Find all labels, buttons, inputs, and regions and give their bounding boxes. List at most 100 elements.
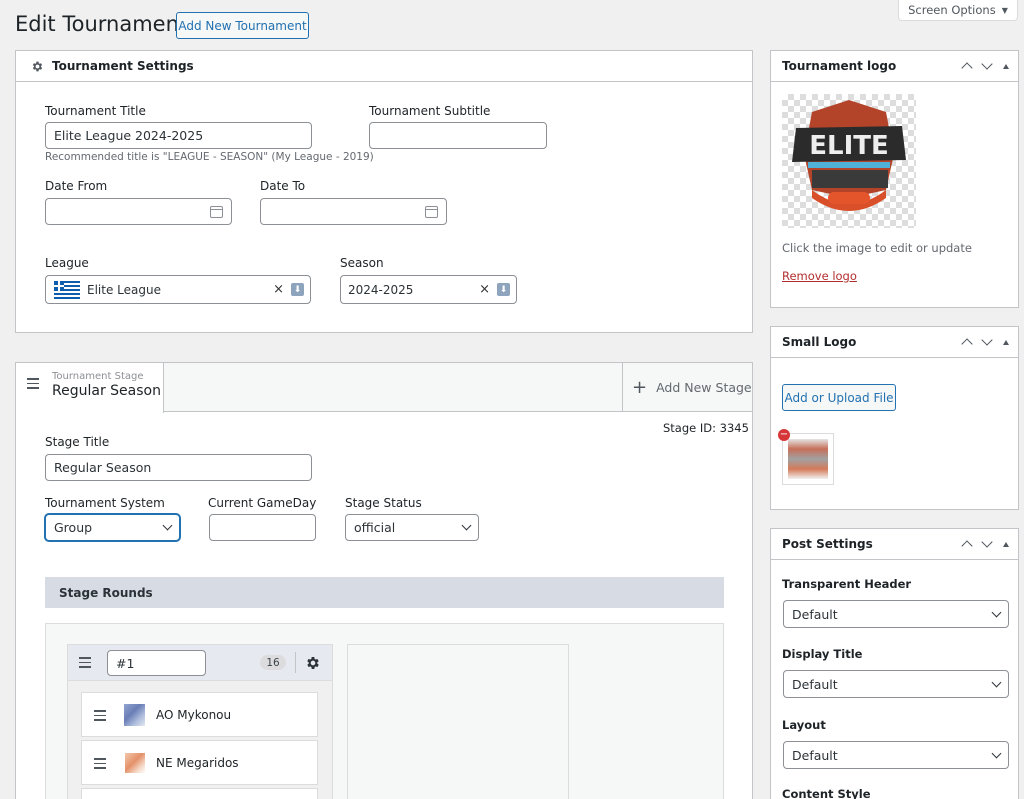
stage-title-label: Stage Title <box>45 435 110 449</box>
stage-status-value: official <box>354 520 396 535</box>
transparent-header-label: Transparent Header <box>782 577 912 591</box>
plus-icon: + <box>632 376 648 398</box>
calendar-icon[interactable] <box>425 205 438 218</box>
add-new-tournament-button[interactable]: Add New Tournament <box>176 12 309 39</box>
layout-select[interactable]: Default <box>783 741 1009 769</box>
page-title: Edit Tournament <box>15 12 188 36</box>
team-row[interactable]: AO Mykonou <box>81 692 318 737</box>
chevron-down-icon <box>991 748 1002 758</box>
tournament-title-input[interactable]: Elite League 2024-2025 <box>45 122 312 149</box>
gear-icon <box>32 61 43 71</box>
gear-icon[interactable] <box>305 655 321 671</box>
remove-logo-link[interactable]: Remove logo <box>782 269 857 283</box>
season-select[interactable]: 2024-2025 × ⬇ <box>340 275 517 304</box>
chevron-up-icon[interactable] <box>961 540 973 552</box>
transparent-header-value: Default <box>792 606 838 622</box>
team-row[interactable] <box>81 788 318 799</box>
chevron-down-icon <box>991 607 1002 617</box>
collapse-icon[interactable] <box>1003 63 1009 69</box>
chevron-down-icon[interactable] <box>981 58 993 70</box>
league-label: League <box>45 256 89 270</box>
screen-options-button[interactable]: Screen Options ▼ <box>898 0 1018 21</box>
date-to-input[interactable] <box>260 198 447 225</box>
team-row[interactable]: NE Megaridos <box>81 740 318 785</box>
display-title-value: Default <box>792 676 838 692</box>
add-or-upload-file-button[interactable]: Add or Upload File <box>782 384 896 411</box>
hamburger-icon[interactable] <box>94 758 106 769</box>
tournament-system-label: Tournament System <box>45 496 165 510</box>
small-logo-title: Small Logo <box>782 335 857 349</box>
collapse-icon[interactable] <box>1003 339 1009 345</box>
clear-icon[interactable]: × <box>479 282 490 297</box>
tournament-logo-title: Tournament logo <box>782 59 897 73</box>
tournament-system-value: Group <box>54 520 93 535</box>
date-from-input[interactable] <box>45 198 232 225</box>
stage-id-text: Stage ID: 3345 <box>663 421 749 435</box>
caret-down-icon: ▼ <box>1001 5 1008 15</box>
stage-status-label: Stage Status <box>345 496 422 510</box>
tournament-logo-header: Tournament logo <box>771 51 1018 82</box>
post-settings-header: Post Settings <box>771 529 1018 560</box>
hamburger-icon[interactable] <box>27 378 39 389</box>
stage-title-input[interactable]: Regular Season <box>45 454 312 481</box>
collapse-icon[interactable] <box>1003 541 1009 547</box>
hamburger-icon[interactable] <box>94 710 106 721</box>
chevron-up-icon[interactable] <box>961 62 973 74</box>
chevron-down-icon <box>991 677 1002 687</box>
clear-icon[interactable]: × <box>273 282 284 297</box>
current-gameday-input[interactable] <box>209 514 316 541</box>
team-logo-icon <box>125 753 145 773</box>
league-select[interactable]: Elite League × ⬇ <box>45 275 311 304</box>
tournament-title-label: Tournament Title <box>45 104 146 118</box>
tournament-system-select[interactable]: Group <box>45 514 180 541</box>
stage-tab-regular-season[interactable]: Tournament Stage Regular Season <box>16 363 164 413</box>
chevron-down-icon[interactable] <box>981 536 993 548</box>
small-logo-thumbnail[interactable] <box>782 433 834 485</box>
layout-label: Layout <box>782 718 826 732</box>
tournament-settings-header: Tournament Settings <box>16 51 752 82</box>
elite-logo-icon: ELITE <box>792 100 906 211</box>
small-logo-image <box>788 439 828 479</box>
calendar-icon[interactable] <box>210 205 223 218</box>
display-title-label: Display Title <box>782 647 863 661</box>
divider <box>295 652 296 673</box>
logo-hint-text: Click the image to edit or update <box>782 241 972 255</box>
display-title-select[interactable]: Default <box>783 670 1009 698</box>
round-column-empty <box>347 644 569 799</box>
add-new-stage-label: Add New Stage <box>656 380 752 395</box>
league-value: Elite League <box>87 282 161 297</box>
tournament-subtitle-label: Tournament Subtitle <box>369 104 491 118</box>
tournament-settings-title: Tournament Settings <box>52 59 194 73</box>
download-icon[interactable]: ⬇ <box>497 283 510 296</box>
transparent-header-select[interactable]: Default <box>783 600 1009 628</box>
add-new-stage-button[interactable]: + Add New Stage <box>622 363 752 412</box>
team-name: NE Megaridos <box>156 756 239 770</box>
stage-status-select[interactable]: official <box>345 514 479 541</box>
remove-icon[interactable]: − <box>778 429 790 441</box>
post-settings-title: Post Settings <box>782 537 873 551</box>
round-team-count-badge: 16 <box>260 655 286 670</box>
date-to-label: Date To <box>260 179 306 193</box>
tournament-logo-image[interactable]: ELITE <box>782 94 916 228</box>
tournament-subtitle-input[interactable] <box>369 122 547 149</box>
team-logo-icon <box>124 704 145 726</box>
chevron-down-icon <box>461 520 472 531</box>
hamburger-icon[interactable] <box>79 657 91 668</box>
screen-options-label: Screen Options <box>908 3 996 17</box>
tournament-title-hint: Recommended title is "LEAGUE - SEASON" (… <box>45 151 374 163</box>
round-name-input[interactable]: #1 <box>107 650 206 676</box>
season-label: Season <box>340 256 384 270</box>
stage-tab-small-label: Tournament Stage <box>52 371 144 382</box>
layout-value: Default <box>792 747 838 763</box>
stage-tab-name: Regular Season <box>52 383 161 399</box>
stage-rounds-title: Stage Rounds <box>59 585 153 600</box>
greek-flag-icon <box>54 280 80 299</box>
chevron-down-icon[interactable] <box>981 334 993 346</box>
chevron-up-icon[interactable] <box>961 338 973 350</box>
svg-text:ELITE: ELITE <box>809 131 889 161</box>
season-value: 2024-2025 <box>348 282 414 297</box>
date-from-label: Date From <box>45 179 108 193</box>
content-style-label: Content Style <box>782 787 871 799</box>
team-name: AO Mykonou <box>156 708 232 722</box>
download-icon[interactable]: ⬇ <box>291 283 304 296</box>
